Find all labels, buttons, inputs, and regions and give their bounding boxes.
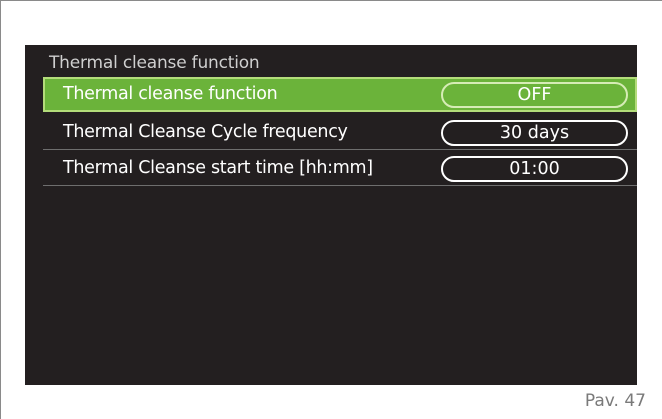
page-left-border: [0, 0, 1, 419]
page-top-border: [0, 0, 662, 1]
device-screen: Thermal cleanse function Thermal cleanse…: [25, 45, 637, 385]
setting-row-thermal-cleanse-function[interactable]: Thermal cleanse function OFF: [43, 77, 637, 112]
section-title: Thermal cleanse function: [49, 53, 260, 73]
setting-value-pill[interactable]: OFF: [441, 82, 628, 108]
setting-label: Thermal cleanse function: [63, 84, 278, 104]
setting-row-cycle-frequency[interactable]: Thermal Cleanse Cycle frequency 30 days: [43, 115, 637, 150]
setting-value-pill[interactable]: 30 days: [441, 120, 628, 146]
setting-label: Thermal Cleanse start time [hh:mm]: [63, 158, 373, 178]
setting-value-pill[interactable]: 01:00: [441, 156, 628, 182]
page-number: Pav. 47: [584, 391, 646, 411]
setting-row-start-time[interactable]: Thermal Cleanse start time [hh:mm] 01:00: [43, 151, 637, 186]
setting-label: Thermal Cleanse Cycle frequency: [63, 122, 348, 142]
